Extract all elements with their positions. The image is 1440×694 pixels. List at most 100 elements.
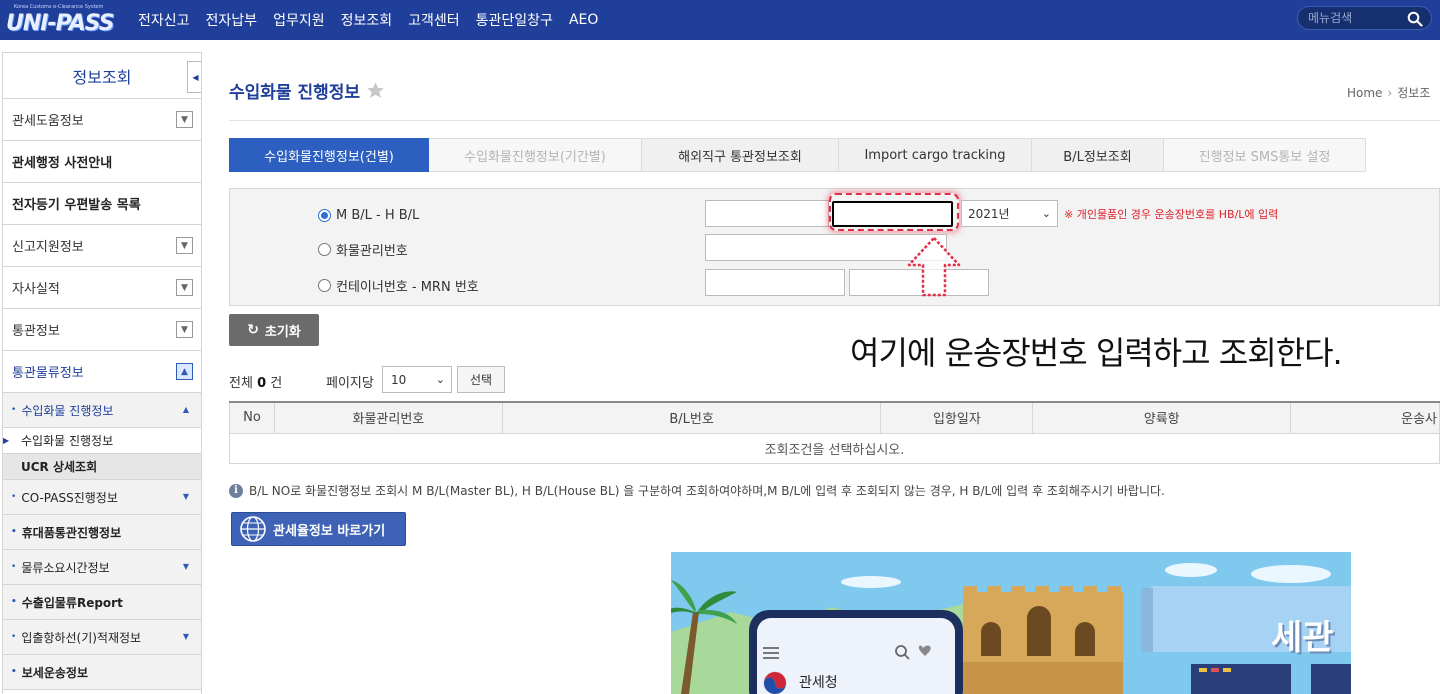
bullet-icon: • [11,597,17,607]
menu-search-input[interactable] [1308,10,1403,26]
menu-single-window[interactable]: 통관단일창구 [476,10,553,30]
sidebar: 정보조회 ◀ 관세도움정보 ▼ 관세행정 사전안내 전자등기 우편발송 목록 신… [2,52,202,694]
radio-mbl-hbl[interactable] [318,209,331,222]
info-note: i B/L NO로 화물진행정보 조회시 M B/L(Master BL), H… [229,482,1165,499]
tab-import-cargo-tracking[interactable]: Import cargo tracking [839,138,1032,172]
page-title-text: 수입화물 진행정보 [229,83,361,103]
sidebar-item-clearance-info[interactable]: 통관정보 ▼ [3,309,201,351]
sidebar-subitem-bonded-transport[interactable]: • 보세운송정보 [3,655,201,690]
column-header-bl-number[interactable]: B/L번호 [501,401,882,434]
column-header-arrival-date[interactable]: 입항일자 [880,401,1034,434]
option-label: M B/L - H B/L [336,208,420,223]
table-row: 조회조건을 선택하십시오. [229,432,1440,464]
sidebar-item-company-performance[interactable]: 자사실적 ▼ [3,267,201,309]
info-icon: i [229,483,243,498]
sidebar-subitem-carry-on[interactable]: • 휴대품통관진행정보 [3,515,201,550]
sidebar-subitem-copass[interactable]: • CO-PASS진행정보 ▼ [3,480,201,515]
column-header-no[interactable]: No [229,401,275,434]
sidebar-item-logistics-info[interactable]: 통관물류정보 ▲ [3,351,201,393]
logo-subtext: Korea Customs e-Clearance System [14,4,104,10]
menu-customer-center[interactable]: 고객센터 [408,10,460,30]
mbl-input[interactable] [705,200,829,227]
per-page-select[interactable]: 10 ⌄ [382,366,452,393]
tariff-info-button-label: 관세율정보 바로가기 [273,523,386,539]
menu-aeo[interactable]: AEO [569,12,598,28]
chevron-right-icon: › [1387,86,1393,100]
sidebar-subitem-label: 휴대품통관진행정보 [21,525,122,540]
table-header-row: No 화물관리번호 B/L번호 입항일자 양륙항 운송사 [229,401,1440,434]
promo-banner[interactable]: 세관 관세청 [671,552,1351,694]
chevron-down-icon[interactable]: ▼ [176,279,193,296]
breadcrumb-home[interactable]: Home [1347,86,1382,100]
option-cargo-number[interactable]: 화물관리번호 [318,240,408,259]
search-icon[interactable] [1407,11,1423,27]
chevron-down-icon[interactable]: ▼ [176,237,193,254]
hbl-notice: ※ 개인물품인 경우 운송장번호를 HB/L에 입력 [1064,208,1279,221]
column-header-carrier[interactable]: 운송사 [1290,401,1440,434]
chevron-down-icon[interactable]: ▼ [176,111,193,128]
total-suffix: 건 [270,376,283,391]
menu-e-declaration[interactable]: 전자신고 [138,10,190,30]
sidebar-title: 정보조회 [3,53,201,99]
sidebar-item-label: 신고지원정보 [12,240,84,255]
star-icon[interactable] [366,81,385,100]
breadcrumb-current[interactable]: 정보조 [1397,86,1430,100]
top-navigation-bar: Korea Customs e-Clearance System UNI-PAS… [0,0,1440,40]
caret-down-icon: ▼ [182,562,189,571]
bullet-icon: • [11,527,17,537]
hbl-input-field[interactable] [834,203,951,225]
tariff-info-button[interactable]: 관세율정보 바로가기 [231,512,406,546]
sidebar-item-customs-help[interactable]: 관세도움정보 ▼ [3,99,201,141]
option-mbl-hbl[interactable]: M B/L - H B/L [318,208,419,223]
sidebar-subsubitem-label: 수입화물 진행정보 [21,434,114,448]
select-button[interactable]: 선택 [457,366,505,393]
main-menu: 전자신고 전자납부 업무지원 정보조회 고객센터 통관단일창구 AEO [130,0,606,40]
tab-sms-notification[interactable]: 진행정보 SMS통보 설정 [1164,138,1366,172]
reset-button[interactable]: ↻ 초기화 [229,314,319,346]
bullet-icon: • [11,492,17,502]
sidebar-subitem-loading-info[interactable]: • 입출항하선(기)적재정보 ▼ [3,620,201,655]
column-header-discharge-port[interactable]: 양륙항 [1032,401,1292,434]
menu-info-inquiry[interactable]: 정보조회 [341,10,393,30]
search-panel: M B/L - H B/L 화물관리번호 컨테이너번호 - MRN 번호 202… [229,188,1440,306]
option-container-mrn[interactable]: 컨테이너번호 - MRN 번호 [318,276,479,295]
sidebar-item-declaration-support[interactable]: 신고지원정보 ▼ [3,225,201,267]
tab-import-cargo-by-case[interactable]: 수입화물진행정보(건별) [229,138,429,172]
sidebar-subitem-import-cargo[interactable]: • 수입화물 진행정보 ▲ [3,393,201,428]
sidebar-subsubitem-ucr[interactable]: UCR 상세조회 [3,454,201,480]
current-marker-icon: ▶ [3,436,10,445]
annotation-up-arrow-icon [907,236,961,297]
bullet-icon: • [11,562,17,572]
menu-business-support[interactable]: 업무지원 [273,10,325,30]
info-note-text: B/L NO로 화물진행정보 조회시 M B/L(Master BL), H B… [249,484,1165,498]
year-select[interactable]: 2021년 ⌄ [961,200,1058,227]
tab-import-cargo-by-period[interactable]: 수입화물진행정보(기간별) [429,138,642,172]
chevron-up-icon[interactable]: ▲ [176,363,193,380]
sidebar-item-registered-mail[interactable]: 전자등기 우편발송 목록 [3,183,201,225]
container-input[interactable] [705,269,845,296]
sidebar-subitem-label: 물류소요시간정보 [21,560,110,575]
sidebar-subsubitem-import-cargo[interactable]: ▶ 수입화물 진행정보 [3,428,201,454]
banner-illustration [671,552,1351,694]
caret-left-icon: ◀ [192,72,199,82]
sidebar-item-label: 자사실적 [12,282,60,297]
banner-phone-label: 관세청 [799,675,838,691]
tab-overseas-direct-purchase[interactable]: 해외직구 통관정보조회 [642,138,839,172]
sidebar-subitem-logistics-time[interactable]: • 물류소요시간정보 ▼ [3,550,201,585]
sidebar-subitem-logistics-report[interactable]: • 수출입물류Report [3,585,201,620]
mbl-input-field[interactable] [706,201,828,226]
radio-container-mrn[interactable] [318,279,331,292]
menu-e-payment[interactable]: 전자납부 [206,10,258,30]
year-select-value: 2021년 [968,207,1010,221]
sidebar-item-advance-notice[interactable]: 관세행정 사전안내 [3,141,201,183]
container-input-field[interactable] [706,270,844,295]
tab-bar: 수입화물진행정보(건별) 수입화물진행정보(기간별) 해외직구 통관정보조회 I… [229,138,1366,172]
chevron-down-icon[interactable]: ▼ [176,321,193,338]
tab-bl-info[interactable]: B/L정보조회 [1032,138,1164,172]
sidebar-collapse-button[interactable]: ◀ [187,61,201,93]
hbl-input[interactable] [832,201,953,227]
column-header-cargo-number[interactable]: 화물관리번호 [273,401,503,434]
unipass-logo[interactable]: Korea Customs e-Clearance System UNI-PAS… [6,4,115,36]
radio-cargo-number[interactable] [318,243,331,256]
sidebar-item-label: 통관물류정보 [12,366,84,381]
